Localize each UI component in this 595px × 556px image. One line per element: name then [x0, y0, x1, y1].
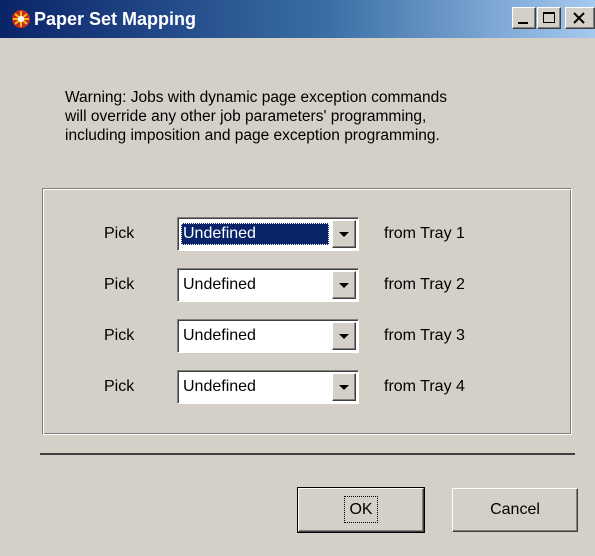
tray-3-value: Undefined	[183, 327, 256, 344]
close-button[interactable]	[565, 7, 595, 29]
separator	[40, 453, 575, 455]
pick-label: Pick	[104, 378, 135, 395]
title-bar[interactable]: Paper Set Mapping	[0, 0, 595, 38]
pick-label: Pick	[104, 225, 135, 242]
ok-button[interactable]: OK	[297, 487, 425, 533]
tray-label: from Tray 4	[384, 378, 465, 395]
tray-4-select[interactable]: Undefined	[177, 370, 359, 404]
tray-label: from Tray 2	[384, 276, 465, 293]
tray-1-value: Undefined	[181, 223, 329, 245]
tray-3-select[interactable]: Undefined	[177, 319, 359, 353]
pick-label: Pick	[104, 276, 135, 293]
app-icon	[10, 8, 32, 30]
cancel-button-label: Cancel	[490, 501, 540, 518]
tray-2-value: Undefined	[183, 276, 256, 293]
warning-line: including imposition and page exception …	[65, 127, 440, 144]
tray-4-value: Undefined	[183, 378, 256, 395]
cancel-button[interactable]: Cancel	[452, 488, 578, 532]
tray-1-select[interactable]: Undefined	[177, 217, 359, 251]
tray-label: from Tray 1	[384, 225, 465, 242]
tray-2-dropdown-button[interactable]	[332, 271, 356, 299]
warning-line: Warning: Jobs with dynamic page exceptio…	[65, 89, 447, 106]
ok-button-label: OK	[344, 496, 378, 523]
chevron-down-icon	[339, 334, 349, 339]
minimize-button[interactable]	[512, 7, 536, 29]
warning-line: will override any other job parameters' …	[65, 108, 427, 125]
chevron-down-icon	[339, 232, 349, 237]
tray-3-dropdown-button[interactable]	[332, 322, 356, 350]
chevron-down-icon	[339, 385, 349, 390]
tray-2-select[interactable]: Undefined	[177, 268, 359, 302]
window-title: Paper Set Mapping	[34, 9, 197, 29]
tray-label: from Tray 3	[384, 327, 465, 344]
paper-set-mapping-dialog: Paper Set Mapping Warning: Jobs with dyn…	[0, 0, 595, 556]
tray-4-dropdown-button[interactable]	[332, 373, 356, 401]
chevron-down-icon	[339, 283, 349, 288]
tray-1-dropdown-button[interactable]	[332, 220, 356, 248]
pick-label: Pick	[104, 327, 135, 344]
maximize-button[interactable]	[537, 7, 561, 29]
warning-text: Warning: Jobs with dynamic page exceptio…	[65, 88, 535, 145]
